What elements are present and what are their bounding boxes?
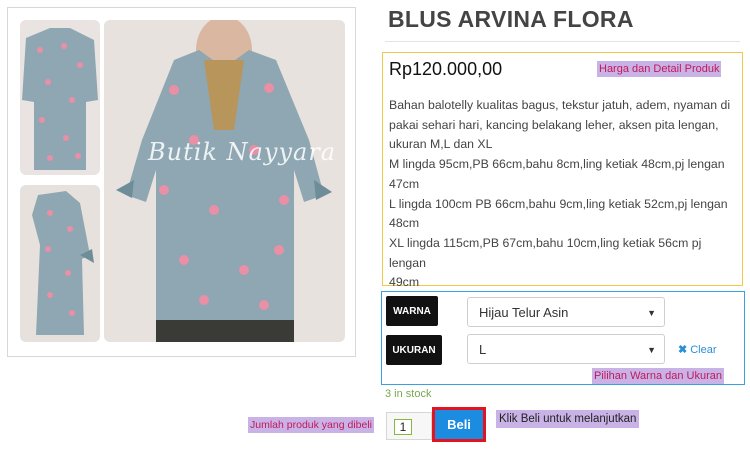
size-select-value: L [479, 341, 487, 357]
description-line: XL lingda 115cm,PB 67cm,bahu 10cm,ling k… [389, 235, 702, 270]
description-line: 47cm [389, 176, 420, 191]
quantity-input[interactable]: 1 [394, 419, 412, 435]
description-line: M lingda 95cm,PB 66cm,bahu 8cm,ling keti… [389, 157, 725, 172]
annotation-price-detail: Harga dan Detail Produk [597, 61, 722, 77]
caret-down-icon: ▼ [647, 345, 656, 355]
product-price: Rp120.000,00 [389, 59, 503, 79]
title-divider [385, 41, 740, 42]
quantity-field[interactable]: 1 [386, 412, 432, 440]
description-line: 48cm [389, 216, 420, 231]
watermark-text: Butik Nayyara [148, 138, 337, 166]
annotation-buy-hint: Klik Beli untuk melanjutkan [496, 410, 640, 428]
product-title: BLUS ARVINA FLORA [388, 6, 634, 32]
caret-down-icon: ▼ [647, 308, 656, 318]
color-select[interactable]: Hijau Telur Asin ▼ [467, 297, 665, 327]
description-line: ukuran M,L dan XL [389, 137, 493, 152]
description-line: pakai sehari hari, kancing belakang lehe… [389, 117, 719, 132]
product-gallery: Butik Nayyara [7, 7, 356, 357]
clear-selection-link[interactable]: ✖ Clear [678, 343, 717, 356]
size-select[interactable]: L ▼ [467, 334, 665, 364]
product-description: Bahan balotelly kualitas bagus, tekstur … [389, 96, 741, 293]
product-thumbnail-side[interactable] [20, 185, 100, 342]
product-main-image[interactable]: Butik Nayyara [104, 20, 345, 342]
close-x-icon: ✖ [678, 344, 688, 356]
annotation-quantity: Jumlah produk yang dibeli [248, 417, 374, 433]
buy-button[interactable]: Beli [435, 410, 483, 439]
annotation-variant-choice: Pilihan Warna dan Ukuran [592, 368, 724, 384]
product-thumbnail-back[interactable] [20, 20, 100, 175]
size-option-label: UKURAN [386, 335, 442, 365]
stock-status: 3 in stock [385, 388, 432, 400]
description-line: L lingda 100cm PB 66cm,bahu 9cm,ling ket… [389, 196, 728, 211]
description-line: Bahan balotelly kualitas bagus, tekstur … [389, 98, 731, 112]
color-option-label: WARNA [386, 296, 438, 326]
price-detail-box: Rp120.000,00 Bahan balotelly kualitas ba… [382, 52, 743, 289]
clear-label: Clear [690, 344, 717, 356]
color-select-value: Hijau Telur Asin [479, 304, 569, 320]
